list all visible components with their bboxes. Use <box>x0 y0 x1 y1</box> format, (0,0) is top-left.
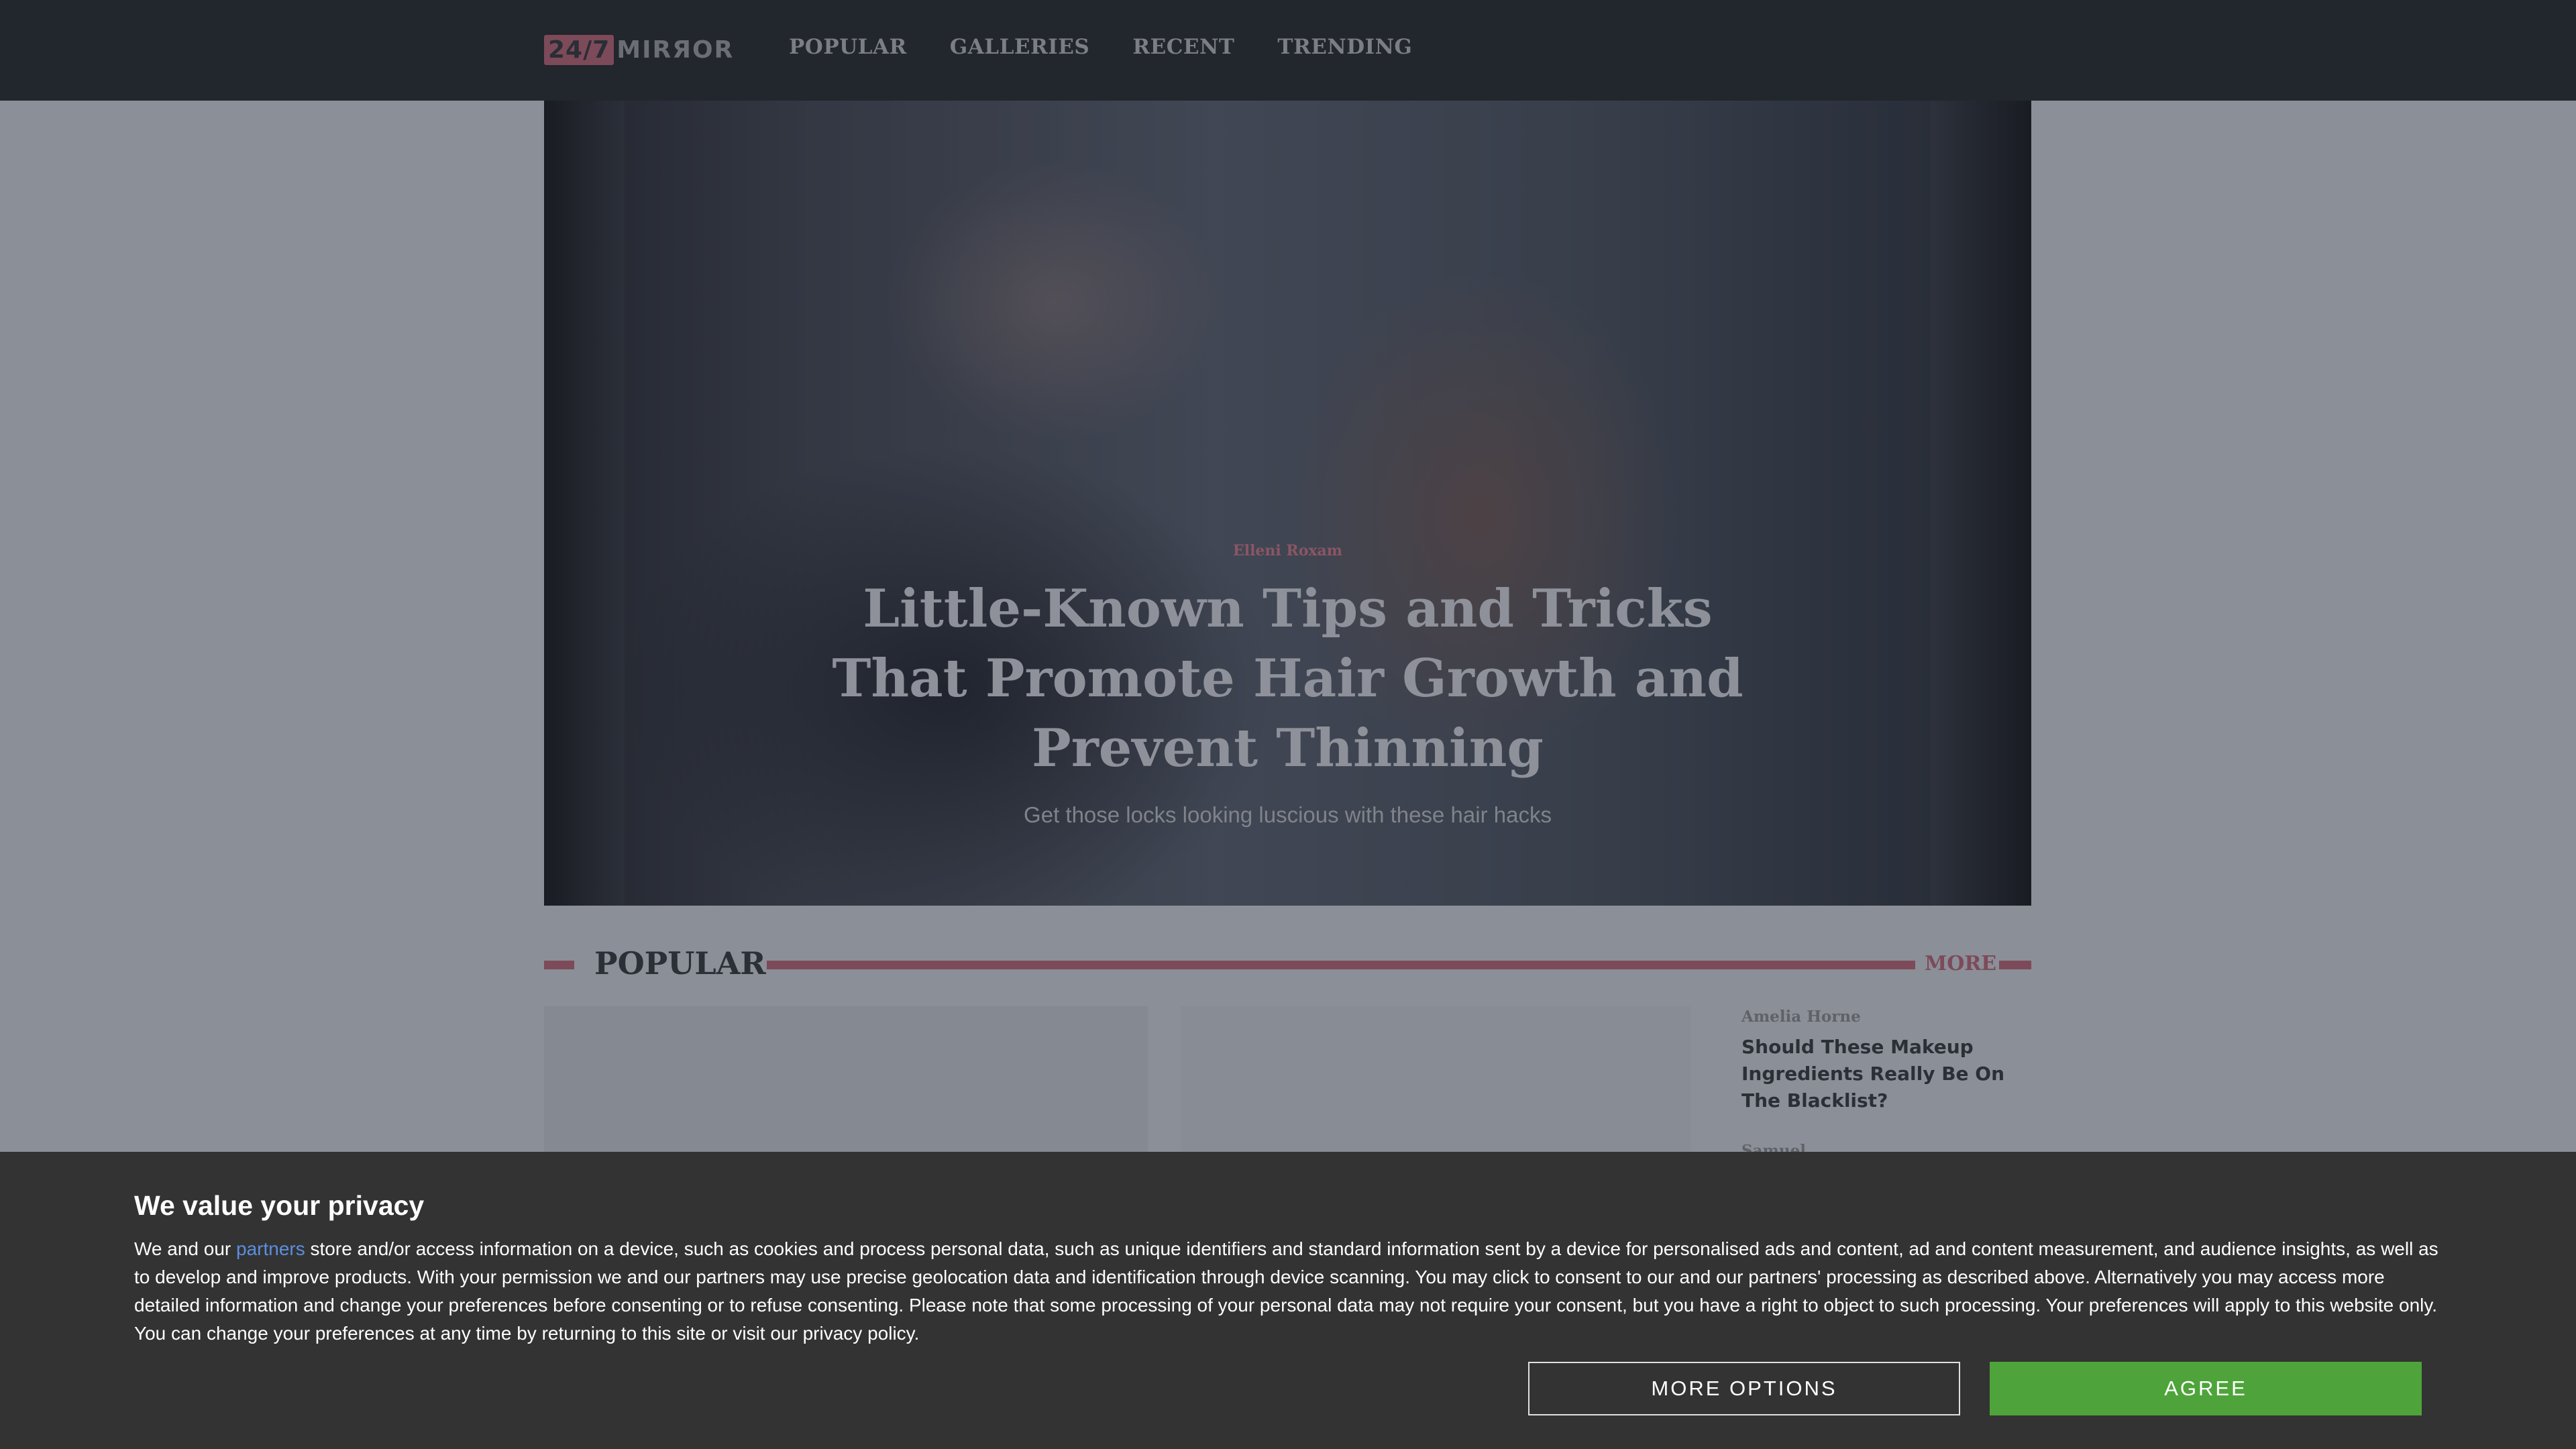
site-logo[interactable]: 24/7 MIRЯOR <box>544 34 734 66</box>
popular-section-header: POPULAR MORE <box>544 943 2031 985</box>
consent-body: We and our partners store and/or access … <box>134 1235 2442 1348</box>
hero-text: Elleni Roxam Little-Known Tips and Trick… <box>544 542 2031 828</box>
popular-card-image[interactable] <box>1181 1006 1690 1154</box>
nav-trending[interactable]: TRENDING <box>1277 35 1412 59</box>
section-rule-left <box>544 961 574 969</box>
consent-body-text: store and/or access information on a dev… <box>134 1238 2438 1344</box>
main-nav: POPULAR GALLERIES RECENT TRENDING <box>789 35 1412 59</box>
nav-popular[interactable]: POPULAR <box>789 35 907 59</box>
nav-recent[interactable]: RECENT <box>1132 35 1234 59</box>
logo-badge: 24/7 <box>544 34 614 65</box>
popular-card-image[interactable] <box>544 1006 1148 1154</box>
hero-subtitle: Get those locks looking luscious with th… <box>1024 802 1552 827</box>
consent-title: We value your privacy <box>134 1190 425 1221</box>
more-options-button[interactable]: MORE OPTIONS <box>1528 1362 1960 1415</box>
section-rule-right <box>1999 961 2031 969</box>
side-item-title[interactable]: Should These Makeup Ingredients Really B… <box>1741 1034 2030 1114</box>
logo-wordmark: MIRЯOR <box>616 36 735 64</box>
consent-body-prefix: We and our <box>134 1238 237 1259</box>
popular-more-link[interactable]: MORE <box>1925 952 1996 975</box>
hero-title[interactable]: Little-Known Tips and Tricks That Promot… <box>818 574 1758 784</box>
hero-author[interactable]: Elleni Roxam <box>544 542 2031 559</box>
privacy-consent-banner: We value your privacy We and our partner… <box>0 1152 2576 1449</box>
popular-heading: POPULAR <box>594 945 766 981</box>
hero-article[interactable]: Elleni Roxam Little-Known Tips and Trick… <box>544 101 2031 906</box>
side-item-author[interactable]: Amelia Horne <box>1741 1008 1861 1026</box>
nav-galleries[interactable]: GALLERIES <box>950 35 1090 59</box>
partners-link[interactable]: partners <box>236 1238 305 1259</box>
agree-button[interactable]: AGREE <box>1990 1362 2422 1415</box>
site-header: 24/7 MIRЯOR POPULAR GALLERIES RECENT TRE… <box>0 0 2576 101</box>
section-rule-middle <box>767 961 1915 969</box>
